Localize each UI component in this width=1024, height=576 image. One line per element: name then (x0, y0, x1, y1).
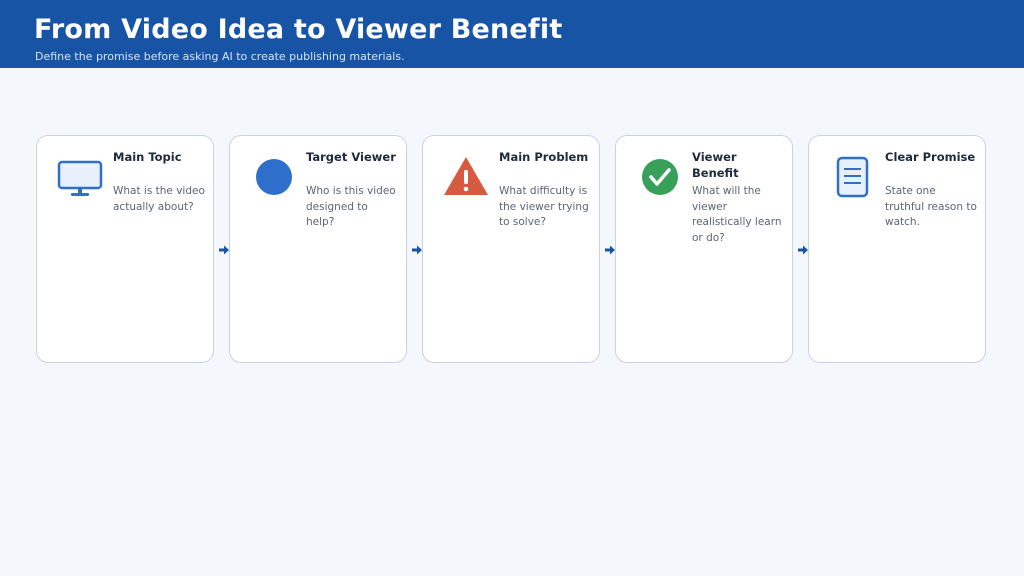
step-description: What will the viewer realistically learn… (692, 185, 782, 244)
header-banner: From Video Idea to Viewer Benefit Define… (0, 0, 1024, 68)
step-description: What difficulty is the viewer trying to … (499, 185, 589, 228)
step-title: Target Viewer (306, 150, 396, 164)
step-title: Main Topic (113, 150, 182, 164)
warning-icon (443, 156, 489, 202)
checkmark-icon (636, 156, 682, 202)
step-card-viewer-benefit: Viewer Benefit What will the viewer real… (615, 135, 793, 363)
page-subtitle: Define the promise before asking AI to c… (35, 50, 405, 63)
step-card-main-problem: Main Problem What difficulty is the view… (422, 135, 600, 363)
circle-icon (250, 156, 296, 202)
step-card-clear-promise: Clear Promise State one truthful reason … (808, 135, 986, 363)
document-icon (829, 156, 875, 202)
step-card-target-viewer: Target Viewer Who is this video designed… (229, 135, 407, 363)
step-title: Main Problem (499, 150, 589, 164)
page-title: From Video Idea to Viewer Benefit (34, 14, 563, 45)
step-title: Viewer Benefit (692, 150, 739, 180)
step-description: State one truthful reason to watch. (885, 185, 977, 228)
step-description: What is the video actually about? (113, 185, 205, 213)
step-card-main-topic: Main Topic What is the video actually ab… (36, 135, 214, 363)
step-description: Who is this video designed to help? (306, 185, 396, 228)
monitor-icon (57, 156, 103, 202)
step-title: Clear Promise (885, 150, 976, 164)
